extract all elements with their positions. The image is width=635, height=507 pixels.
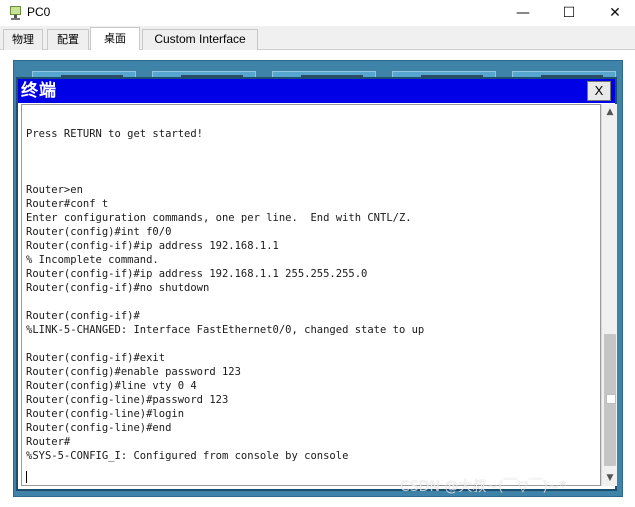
scroll-up-arrow-icon[interactable]: ▲: [602, 104, 618, 120]
terminal-line: Router(config)#line vty 0 4: [26, 380, 197, 392]
terminal-line: Router(config-if)#ip address 192.168.1.1…: [26, 268, 368, 280]
terminal-line: %LINK-5-CHANGED: Interface FastEthernet0…: [26, 324, 425, 336]
terminal-line: Router(config-if)#: [26, 310, 140, 322]
terminal-line: Router(config-line)#end: [26, 422, 172, 434]
window-title: PC0: [27, 5, 51, 19]
text-cursor: [26, 471, 27, 483]
terminal-console[interactable]: Press RETURN to get started! Router>en Rou…: [21, 104, 601, 486]
terminal-line: Router#conf t: [26, 198, 109, 210]
terminal-line: Router(config-line)#password 123: [26, 394, 229, 406]
terminal-line: Router#: [26, 436, 71, 448]
csdn-watermark: CSDN @大叔~(￣▽￣)~*: [400, 479, 567, 495]
terminal-window: 终端 X Press RETURN to get started! Router>…: [16, 77, 617, 491]
terminal-line: Router(config)#int f0/0: [26, 226, 172, 238]
terminal-line: Router(config-if)#exit: [26, 352, 166, 364]
scroll-down-arrow-icon[interactable]: ▼: [602, 470, 618, 486]
window-titlebar: PC0 — ☐ ✕: [0, 0, 635, 26]
tab-config[interactable]: 配置: [47, 29, 89, 50]
tab-custom-interface[interactable]: Custom Interface: [142, 29, 258, 50]
terminal-line: Router(config-if)#no shutdown: [26, 282, 210, 294]
terminal-title: 终端: [21, 81, 57, 101]
tab-physical[interactable]: 物理: [3, 29, 43, 50]
close-window-button[interactable]: ✕: [592, 0, 635, 26]
terminal-line: %SYS-5-CONFIG_I: Configured from console…: [26, 450, 349, 462]
terminal-close-button[interactable]: X: [587, 81, 611, 101]
scrollbar-thumb[interactable]: [604, 334, 616, 466]
terminal-scrollbar[interactable]: ▲ ▼: [601, 104, 617, 486]
terminal-line: Router(config-if)#ip address 192.168.1.1: [26, 240, 279, 252]
terminal-line: Enter configuration commands, one per li…: [26, 212, 412, 224]
terminal-line: % Incomplete command.: [26, 254, 159, 266]
tab-bar: 物理 配置 桌面 Custom Interface: [0, 26, 635, 50]
minimize-button[interactable]: —: [500, 0, 546, 26]
packet-tracer-pc-icon: [10, 6, 21, 20]
terminal-line: Router(config-line)#login: [26, 408, 185, 420]
terminal-line: Router(config)#enable password 123: [26, 366, 241, 378]
maximize-button[interactable]: ☐: [546, 0, 592, 26]
terminal-header: 终端 X: [18, 79, 615, 103]
terminal-line: Press RETURN to get started!: [26, 128, 204, 140]
terminal-output: Press RETURN to get started! Router>en Rou…: [26, 113, 592, 463]
tab-desktop[interactable]: 桌面: [90, 27, 140, 50]
terminal-line: Router>en: [26, 184, 83, 196]
